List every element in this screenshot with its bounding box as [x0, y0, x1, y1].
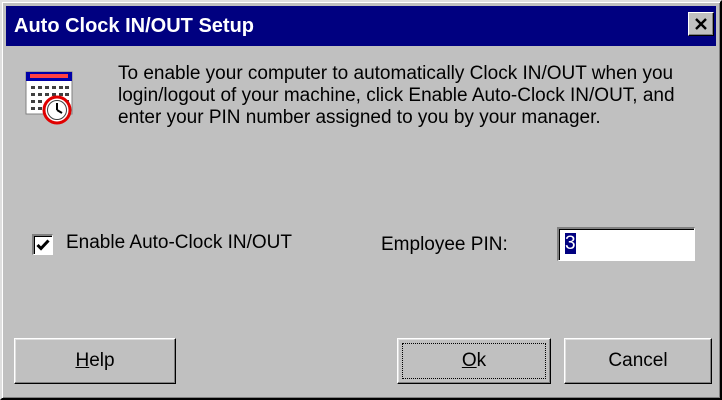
help-label-rest: elp — [89, 350, 115, 371]
close-button[interactable] — [688, 12, 714, 36]
employee-pin-input[interactable]: 3 — [557, 227, 695, 261]
checkmark-icon — [36, 239, 50, 251]
dialog-window: Auto Clock IN/OUT Setup To enable your c… — [0, 0, 722, 400]
instructions-text: To enable your computer to automatically… — [118, 63, 675, 128]
window-title: Auto Clock IN/OUT Setup — [14, 15, 254, 37]
cancel-button[interactable]: Cancel — [564, 338, 712, 384]
ok-button[interactable]: Ok — [397, 338, 551, 384]
help-mnemonic: H — [75, 350, 90, 371]
calendar-clock-icon — [25, 71, 73, 125]
pin-value: 3 — [565, 233, 576, 254]
help-button[interactable]: Help — [14, 338, 176, 384]
enable-auto-clock-label[interactable]: Enable Auto-Clock IN/OUT — [66, 232, 292, 254]
cancel-label: Cancel — [608, 350, 668, 371]
enable-auto-clock-checkbox[interactable] — [32, 234, 53, 255]
ok-mnemonic: O — [461, 350, 477, 371]
employee-pin-label: Employee PIN: — [381, 234, 508, 255]
ok-label-rest: k — [476, 350, 487, 371]
title-bar[interactable]: Auto Clock IN/OUT Setup — [6, 6, 716, 46]
close-x-icon — [695, 18, 707, 30]
